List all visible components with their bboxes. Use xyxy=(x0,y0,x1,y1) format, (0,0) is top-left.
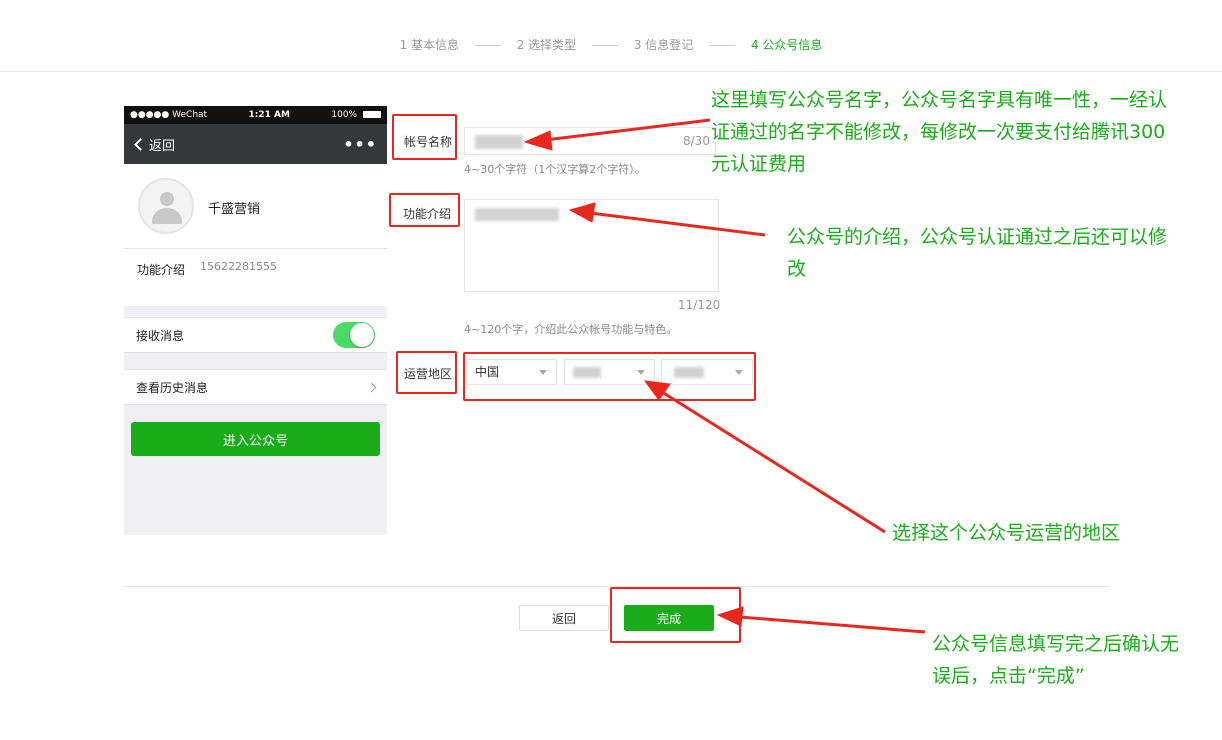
region-label: 运营地区 xyxy=(404,367,453,381)
annotation-intro: 公众号的介绍，公众号认证通过之后还可以修 改 xyxy=(787,221,1167,285)
phone-navbar: 返回 ••• xyxy=(124,124,387,164)
annotation-line: 公众号信息填写完之后确认无 xyxy=(932,633,1180,655)
blurred-value xyxy=(475,208,559,221)
step-separator xyxy=(592,45,618,46)
phone-intro-row: 功能介绍 15622281555 xyxy=(124,248,387,306)
step-2: 2 选择类型 xyxy=(516,38,577,52)
battery-indicator: 100% xyxy=(331,110,381,120)
step-1: 1 基本信息 xyxy=(399,38,460,52)
account-profile: 千盛营销 xyxy=(124,164,387,248)
receive-messages-row: 接收消息 xyxy=(124,317,387,353)
dropdown-caret-icon xyxy=(539,370,547,375)
annotation-line: 误后，点击“完成” xyxy=(932,665,1085,687)
battery-text: 100% xyxy=(331,110,358,120)
name-label: 帐号名称 xyxy=(404,135,453,149)
history-messages-row[interactable]: 查看历史消息 xyxy=(124,369,387,405)
step-4: 4 公众号信息 xyxy=(750,38,823,52)
more-icon[interactable]: ••• xyxy=(343,135,377,154)
country-select[interactable]: 中国 xyxy=(466,359,557,385)
step-separator xyxy=(474,45,501,46)
avatar xyxy=(138,178,194,234)
phone-intro-value: 15622281555 xyxy=(200,260,277,273)
receive-messages-toggle[interactable] xyxy=(333,322,375,348)
annotation-line: 元认证费用 xyxy=(711,153,807,175)
name-counter: 8/30 xyxy=(683,134,710,148)
enter-account-button[interactable]: 进入公众号 xyxy=(131,422,380,456)
city-select[interactable] xyxy=(661,359,753,385)
intro-hint: 4~120个字，介绍此公众帐号功能与特色。 xyxy=(464,323,678,336)
back-button[interactable]: 返回 xyxy=(519,605,609,631)
toggle-knob xyxy=(350,323,374,347)
phone-back-button[interactable]: 返回 xyxy=(132,135,175,154)
name-hint: 4~30个字符（1个汉字算2个字符）。 xyxy=(464,163,646,176)
header-divider xyxy=(0,71,1222,72)
arrow-done xyxy=(739,615,926,634)
annotation-region: 选择这个公众号运营的地区 xyxy=(892,517,1120,549)
carrier-text: ●●●●● WeChat xyxy=(130,110,208,120)
phone-status-bar: ●●●●● WeChat 1:21 AM 100% xyxy=(124,106,387,124)
arrow-region xyxy=(661,390,886,534)
intro-counter: 11/120 xyxy=(678,298,721,312)
account-name: 千盛营销 xyxy=(208,202,261,217)
receive-messages-label: 接收消息 xyxy=(136,328,185,343)
annotation-line: 证通过的名字不能修改，每修改一次要支付给腾讯300 xyxy=(711,121,1166,143)
phone-preview: ●●●●● WeChat 1:21 AM 100% 返回 ••• 千盛营销 功能… xyxy=(124,106,387,535)
annotation-name: 这里填写公众号名字，公众号名字具有唯一性，一经认 证通过的名字不能修改，每修改一… xyxy=(711,84,1167,180)
avatar-body-icon xyxy=(152,208,182,224)
battery-icon xyxy=(362,111,381,118)
province-select[interactable] xyxy=(564,359,655,385)
intro-label: 功能介绍 xyxy=(403,207,452,221)
avatar-head-icon xyxy=(160,192,174,206)
chevron-left-icon xyxy=(134,137,147,151)
clock-text: 1:21 AM xyxy=(248,110,290,120)
annotation-line: 改 xyxy=(787,258,807,280)
annotation-line: 公众号的介绍，公众号认证通过之后还可以修 xyxy=(787,226,1168,248)
intro-textarea[interactable] xyxy=(464,199,719,292)
dropdown-caret-icon xyxy=(735,370,743,375)
done-button[interactable]: 完成 xyxy=(624,605,714,631)
step-3: 3 信息登记 xyxy=(633,38,694,52)
chevron-right-icon xyxy=(366,382,377,392)
step-separator xyxy=(709,45,736,46)
blurred-value xyxy=(674,367,704,378)
annotation-done: 公众号信息填写完之后确认无 误后，点击“完成” xyxy=(932,628,1179,692)
dropdown-caret-icon xyxy=(637,370,645,375)
phone-back-label: 返回 xyxy=(149,138,176,154)
stepper: 1 基本信息 2 选择类型 3 信息登记 4 公众号信息 xyxy=(0,36,1222,53)
account-name-input[interactable] xyxy=(464,127,716,155)
phone-intro-label: 功能介绍 xyxy=(137,263,186,277)
blurred-value xyxy=(475,135,523,149)
annotation-line: 选择这个公众号运营的地区 xyxy=(892,522,1121,544)
annotation-line: 这里填写公众号名字，公众号名字具有唯一性，一经认 xyxy=(711,89,1168,111)
history-messages-label: 查看历史消息 xyxy=(136,380,209,395)
country-value: 中国 xyxy=(475,365,500,379)
blurred-value xyxy=(573,367,601,378)
